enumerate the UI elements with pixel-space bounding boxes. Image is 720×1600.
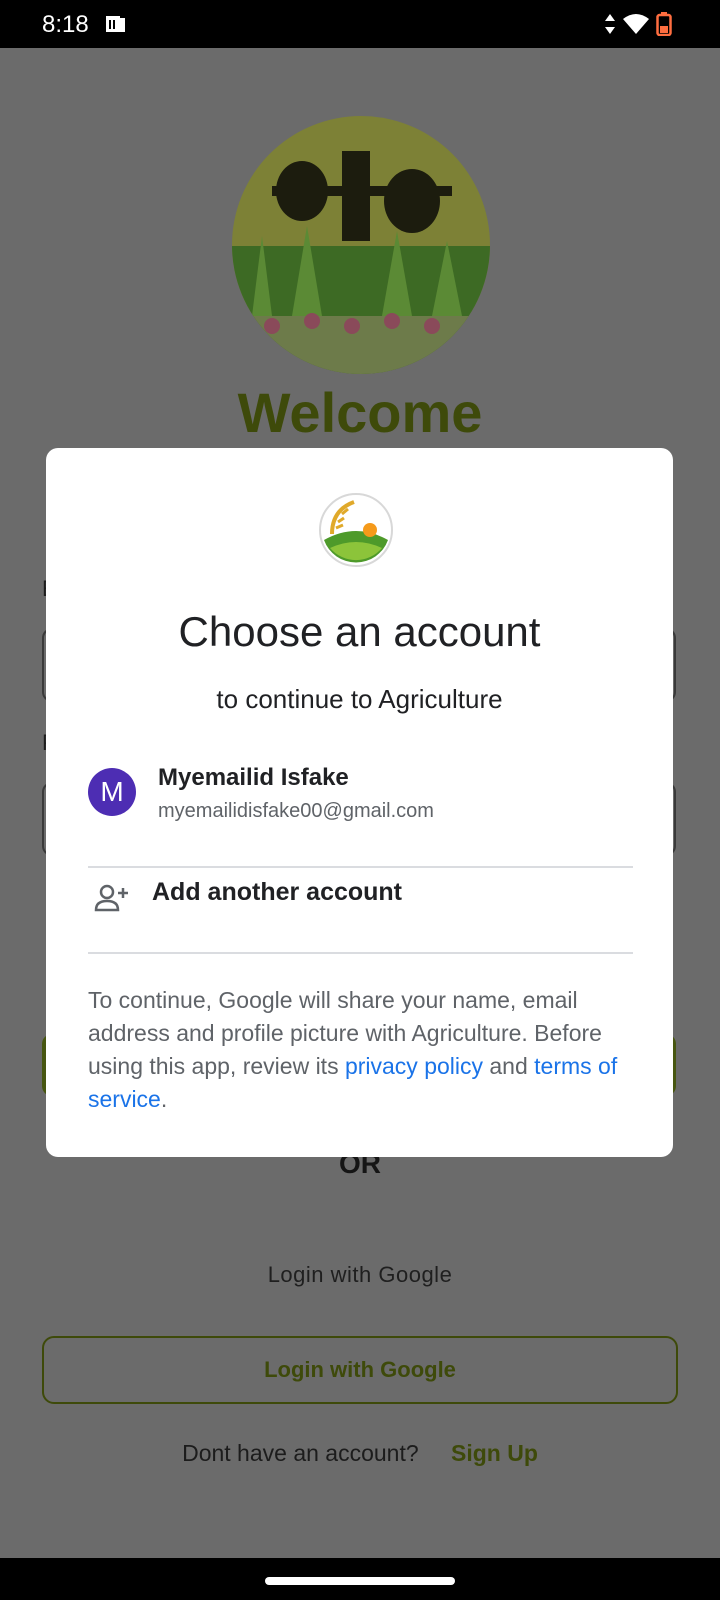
disclaimer-text-3: . [160,1086,168,1112]
home-gesture-handle[interactable] [265,1577,455,1585]
sharing-disclaimer: To continue, Google will share your name… [88,984,633,1116]
add-another-account-label: Add another account [152,878,403,906]
dialog-subtitle: to continue to Agriculture [216,684,503,714]
login-with-google-label: Login with Google [267,1262,453,1287]
disclaimer-text-2: and [483,1053,535,1079]
status-bar: 8:18 [0,0,720,48]
status-time: 8:18 [42,11,89,38]
signup-row: Dont have an account? Sign Up [0,1440,720,1467]
account-name: Myemailid Isfake [158,764,349,791]
data-arrows-icon [605,14,615,34]
wifi-icon [623,14,649,34]
no-account-text: Dont have an account? [182,1440,419,1466]
dialog-title: Choose an account [178,608,541,655]
person-add-icon [94,884,128,912]
sim-card-icon [106,16,125,32]
avatar-initial: M [100,776,124,807]
account-email: myemailidisfake00@gmail.com [158,800,434,822]
choose-account-dialog: Choose an account to continue to Agricul… [46,448,673,1157]
divider [88,952,633,954]
signup-link[interactable]: Sign Up [451,1440,538,1466]
login-with-google-button-label: Login with Google [264,1357,456,1382]
add-another-account-button[interactable]: Add another account [88,868,633,938]
welcome-heading: Welcome [237,381,483,444]
avatar: M [88,768,136,816]
agriculture-app-logo [319,493,393,567]
status-icons [604,12,672,36]
battery-icon [656,12,672,36]
login-with-google-button[interactable]: Login with Google [42,1336,678,1404]
privacy-policy-link[interactable]: privacy policy [345,1053,483,1079]
account-item[interactable]: M Myemailid Isfake myemailidisfake00@gma… [88,764,633,848]
farm-hero-image [232,116,490,374]
